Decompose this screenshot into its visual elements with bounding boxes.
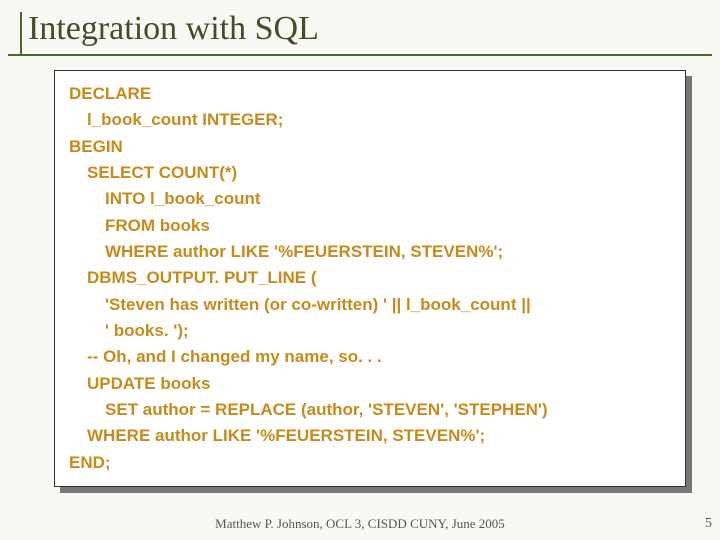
code-line: FROM books xyxy=(69,213,671,239)
code-box: DECLARE l_book_count INTEGER; BEGIN SELE… xyxy=(54,70,686,487)
code-line: WHERE author LIKE '%FEUERSTEIN, STEVEN%'… xyxy=(69,239,671,265)
code-line: SET author = REPLACE (author, 'STEVEN', … xyxy=(69,397,671,423)
code-line: WHERE author LIKE '%FEUERSTEIN, STEVEN%'… xyxy=(69,423,671,449)
code-line: BEGIN xyxy=(69,137,123,156)
slide: Integration with SQL DECLARE l_book_coun… xyxy=(0,0,720,540)
code-line: DBMS_OUTPUT. PUT_LINE ( xyxy=(69,265,671,291)
footer-text: Matthew P. Johnson, OCL 3, CISDD CUNY, J… xyxy=(0,516,720,532)
code-line: ' books. '); xyxy=(69,318,671,344)
title-tick xyxy=(20,12,22,54)
code-line: DECLARE xyxy=(69,84,151,103)
page-number: 5 xyxy=(705,516,712,532)
code-line: l_book_count INTEGER; xyxy=(69,107,671,133)
code-line: INTO l_book_count xyxy=(69,186,671,212)
slide-title: Integration with SQL xyxy=(28,10,720,48)
code-line: UPDATE books xyxy=(69,371,671,397)
code-line: 'Steven has written (or co-written) ' ||… xyxy=(69,292,671,318)
code-box-container: DECLARE l_book_count INTEGER; BEGIN SELE… xyxy=(54,70,686,487)
code-line: END; xyxy=(69,453,111,472)
code-line: -- Oh, and I changed my name, so. . . xyxy=(69,344,671,370)
title-underline xyxy=(8,54,712,56)
code-line: SELECT COUNT(*) xyxy=(69,160,671,186)
